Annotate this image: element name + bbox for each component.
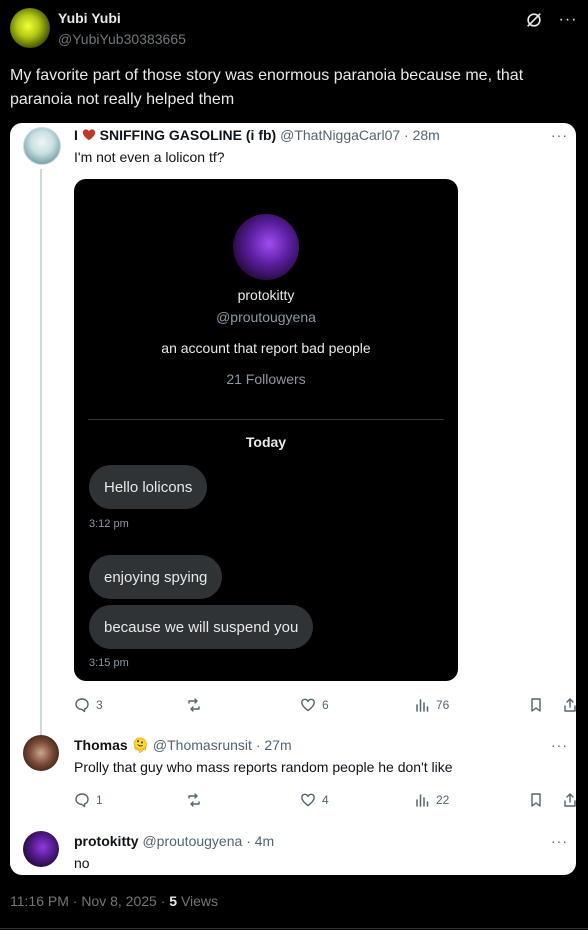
like-count: 6 bbox=[322, 698, 329, 712]
author-handle[interactable]: @YubiYub30383665 bbox=[58, 31, 186, 47]
post-timestamp[interactable]: 11:16 PM · Nov 8, 2025 · bbox=[10, 893, 169, 909]
reply-more-icon[interactable]: ··· bbox=[551, 737, 568, 753]
post-text: My favorite part of those story was enor… bbox=[10, 67, 524, 108]
thread-line bbox=[40, 169, 42, 735]
dm-screenshot[interactable]: protokitty @proutougyena an account that… bbox=[74, 179, 458, 681]
reply-text: Prolly that guy who mass reports random … bbox=[74, 759, 453, 775]
reply-count: 1 bbox=[96, 793, 103, 807]
reply-author-handle[interactable]: @Thomasrunsit bbox=[153, 737, 252, 753]
dm-date-divider: Today bbox=[245, 434, 287, 450]
views-icon bbox=[416, 699, 429, 712]
share-icon bbox=[564, 793, 576, 807]
dm-profile-handle: @proutougyena bbox=[216, 309, 316, 325]
dm-followers-count: 21 Followers bbox=[226, 371, 306, 387]
reply-author-avatar[interactable] bbox=[23, 735, 59, 771]
dm-message-bubble: Hello lolicons bbox=[89, 465, 208, 509]
repost-icon bbox=[188, 698, 200, 712]
reply-count: 3 bbox=[96, 698, 103, 712]
reply-more-icon[interactable]: ··· bbox=[551, 833, 568, 849]
views-count: 22 bbox=[436, 793, 450, 807]
dm-profile-avatar bbox=[233, 214, 299, 280]
reply-author-avatar[interactable] bbox=[23, 831, 59, 867]
views-count: 5 bbox=[169, 893, 178, 909]
reply-header: protokitty @proutougyena · 4m bbox=[74, 833, 274, 849]
reply-time[interactable]: · 27m bbox=[256, 737, 292, 753]
heart-icon bbox=[82, 127, 100, 143]
quoted-author-avatar[interactable] bbox=[23, 127, 61, 165]
like-count: 4 bbox=[322, 793, 329, 807]
dm-profile-name: protokitty bbox=[237, 287, 295, 303]
share-button[interactable] bbox=[562, 697, 578, 713]
dm-message-time: 3:15 pm bbox=[89, 657, 129, 669]
more-icon[interactable]: ··· bbox=[558, 10, 578, 30]
reply-author-handle[interactable]: @proutougyena bbox=[142, 833, 242, 849]
reply-header: Thomas 🫠 @Thomasrunsit · 27m bbox=[74, 737, 292, 754]
author-avatar[interactable] bbox=[10, 8, 50, 48]
divider bbox=[0, 928, 588, 929]
views-button[interactable]: 76 bbox=[414, 697, 449, 713]
reply-actions: 1 4 22 bbox=[74, 790, 576, 810]
reply-icon bbox=[75, 793, 89, 808]
like-button[interactable]: 4 bbox=[300, 792, 329, 808]
like-icon bbox=[301, 698, 315, 712]
reply-author-name[interactable]: Thomas bbox=[74, 737, 128, 753]
reply-icon bbox=[75, 698, 89, 713]
quoted-post-header: I SNIFFING GASOLINE (i fb) @ThatNiggaCar… bbox=[74, 127, 440, 143]
reply-time[interactable]: · 4m bbox=[246, 833, 274, 849]
quoted-author-handle[interactable]: @ThatNiggaCarl07 bbox=[280, 127, 400, 143]
reply-button[interactable]: 1 bbox=[74, 792, 103, 808]
reply-button[interactable]: 3 bbox=[74, 697, 103, 713]
repost-button[interactable] bbox=[186, 697, 202, 713]
quoted-post-text: I'm not even a lolicon tf? bbox=[74, 149, 225, 165]
dm-message-bubble: enjoying spying bbox=[89, 555, 223, 599]
share-icon bbox=[564, 698, 576, 712]
bookmark-icon bbox=[531, 698, 541, 712]
quoted-post-actions: 3 6 76 bbox=[74, 695, 576, 715]
thread-card: I SNIFFING GASOLINE (i fb) @ThatNiggaCar… bbox=[10, 123, 576, 875]
like-icon bbox=[301, 793, 315, 807]
quoted-author-prefix[interactable]: I bbox=[74, 127, 78, 143]
views-count: 76 bbox=[436, 698, 450, 712]
author-name[interactable]: Yubi Yubi bbox=[58, 10, 121, 26]
reply-text: no bbox=[74, 855, 90, 871]
views-label: Views bbox=[180, 893, 219, 909]
dm-profile-bio: an account that report bad people bbox=[161, 340, 371, 356]
quoted-post-time[interactable]: · 28m bbox=[404, 127, 440, 143]
like-button[interactable]: 6 bbox=[300, 697, 329, 713]
dm-divider bbox=[88, 419, 444, 420]
repost-icon bbox=[188, 793, 200, 807]
bookmark-button[interactable] bbox=[528, 697, 544, 713]
reply-author-emoji: 🫠 bbox=[131, 737, 150, 753]
repost-button[interactable] bbox=[186, 792, 202, 808]
quoted-more-icon[interactable]: ··· bbox=[551, 127, 568, 143]
post-meta: 11:16 PM · Nov 8, 2025 · 5 Views bbox=[10, 893, 218, 909]
bookmark-button[interactable] bbox=[528, 792, 544, 808]
quoted-author-name[interactable]: SNIFFING GASOLINE (i fb) bbox=[100, 127, 277, 143]
header-actions: ··· bbox=[524, 10, 578, 30]
bookmark-icon bbox=[531, 793, 541, 807]
views-icon bbox=[416, 794, 429, 807]
dm-message-bubble: because we will suspend you bbox=[89, 605, 314, 649]
share-button[interactable] bbox=[562, 792, 578, 808]
reply-author-name[interactable]: protokitty bbox=[74, 833, 139, 849]
dm-message-time: 3:12 pm bbox=[89, 518, 129, 530]
grok-icon[interactable] bbox=[524, 10, 544, 30]
views-button[interactable]: 22 bbox=[414, 792, 449, 808]
